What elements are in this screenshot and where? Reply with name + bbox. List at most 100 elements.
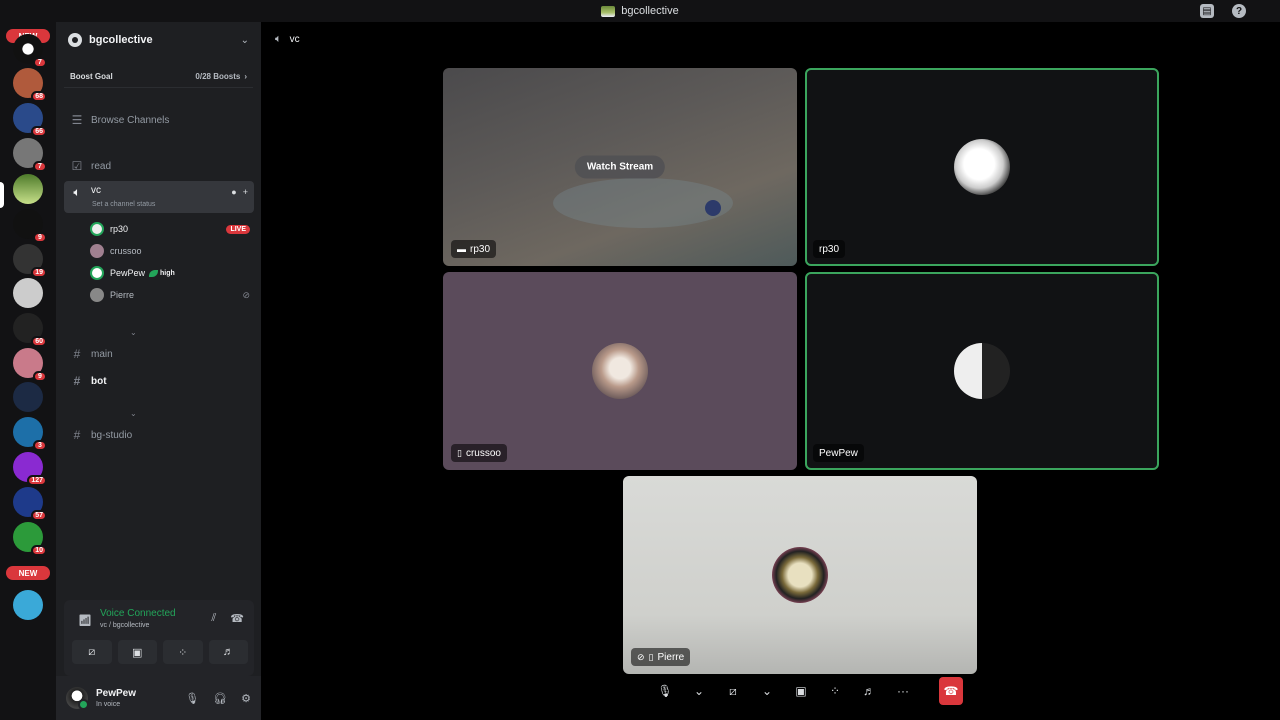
soundboard-icon: ♬ — [222, 646, 234, 658]
camera-off-icon: ⧄ — [729, 683, 737, 698]
mute-button[interactable]: 🎙︎ — [653, 677, 677, 705]
stream-preview-shape — [705, 200, 721, 216]
participant-tile-rp30[interactable]: rp30 — [805, 68, 1159, 266]
server-icon[interactable]: 7 — [13, 138, 47, 172]
voice-member-rp30[interactable]: rp30 LIVE — [90, 219, 250, 239]
participant-tile-pierre[interactable]: ⊘ ▯ Pierre — [623, 476, 977, 674]
inbox-icon[interactable]: ▤ — [1200, 4, 1214, 18]
server-icon-bgcollective[interactable] — [13, 174, 43, 204]
microphone-icon: 🎙︎ — [657, 684, 673, 698]
browse-channels[interactable]: ☰ Browse Channels — [64, 109, 254, 131]
hash-icon: # — [73, 428, 81, 442]
activities-button[interactable]: ⁘ — [163, 640, 203, 664]
avatar — [954, 343, 1010, 399]
boost-count: 0/28 Boosts — [195, 72, 241, 81]
new-pill-bottom[interactable]: NEW — [6, 566, 50, 580]
server-name: bgcollective — [89, 34, 153, 46]
title-bar: bgcollective ▤ ? — [0, 0, 1280, 22]
server-icon[interactable]: 19 — [13, 244, 47, 278]
headphones-icon[interactable]: 🎧︎ — [213, 692, 227, 705]
participant-name-chip: ▯ crussoo — [451, 444, 507, 462]
signal-icon[interactable]: 📶︎ — [78, 614, 92, 627]
channel-vc[interactable]: 🔈︎ vc Set a channel status ● + — [64, 181, 254, 213]
server-icon[interactable] — [13, 590, 43, 620]
camera-button[interactable]: ⧄ — [721, 677, 745, 705]
avatar — [90, 222, 104, 236]
channel-main[interactable]: # main — [64, 343, 254, 365]
voice-member-pewpew[interactable]: PewPew high — [90, 263, 250, 283]
rules-channel-icon: ☑ — [71, 159, 83, 173]
channel-read[interactable]: ☑ read — [64, 155, 254, 177]
watch-stream-button[interactable]: Watch Stream — [574, 155, 666, 179]
server-icon[interactable]: 60 — [13, 313, 47, 347]
server-icon[interactable]: 66 — [13, 103, 47, 137]
avatar — [592, 343, 648, 399]
avatar — [90, 266, 104, 280]
server-icon[interactable]: 3 — [13, 417, 47, 451]
hash-icon: # — [73, 347, 81, 361]
boost-goal[interactable]: Boost Goal 0/28 Boosts › — [64, 66, 253, 88]
server-icon[interactable]: 57 — [13, 487, 47, 521]
screen-share-icon: ▣ — [795, 684, 807, 698]
soundboard-button[interactable]: ♬ — [857, 677, 881, 705]
server-icon[interactable]: 9 — [13, 348, 47, 382]
noise-suppression-icon[interactable]: ⫽ — [211, 612, 216, 625]
server-icon[interactable]: 10 — [13, 522, 47, 556]
camera-off-button[interactable]: ⧄ — [72, 640, 112, 664]
more-options-button[interactable]: ··· — [891, 677, 915, 705]
avatar — [954, 139, 1010, 195]
help-icon[interactable]: ? — [1232, 4, 1246, 18]
screen-share-button[interactable]: ▣ — [117, 640, 157, 664]
deafened-icon: ⊘ — [637, 651, 645, 662]
channel-status[interactable]: Set a channel status — [92, 201, 155, 208]
category-collapse-icon[interactable]: ⌄ — [130, 328, 137, 337]
server-icon[interactable]: 9 — [13, 209, 47, 243]
mobile-icon: ▯ — [648, 651, 654, 662]
participant-tile-pewpew[interactable]: PewPew — [805, 272, 1159, 470]
leaf-icon — [149, 269, 159, 277]
activities-icon: ⁘ — [178, 646, 188, 659]
voice-member-crussoo[interactable]: crussoo — [90, 241, 250, 261]
speaker-icon: 🔈︎ — [73, 185, 81, 199]
call-controls: 🎙︎ ⌄ ⧄ ⌄ ▣ ⁘ ♬ ··· ☎︎ — [653, 675, 963, 707]
chat-bubble-icon[interactable]: ● — [231, 187, 236, 197]
server-icon[interactable] — [13, 278, 43, 308]
user-avatar[interactable] — [66, 687, 89, 710]
user-panel: PewPew In voice 🎙︎ 🎧︎ ⚙︎ — [56, 676, 261, 720]
participant-name-chip: rp30 — [813, 240, 846, 258]
voice-location[interactable]: vc / bgcollective — [100, 622, 149, 629]
category-collapse-icon[interactable]: ⌄ — [130, 409, 137, 418]
camera-options-chevron[interactable]: ⌄ — [755, 677, 779, 705]
window-title: bgcollective — [621, 5, 679, 17]
soundboard-button[interactable]: ♬ — [208, 640, 248, 664]
hang-up-button[interactable]: ☎︎ — [939, 677, 963, 705]
server-icon[interactable]: 127 — [13, 452, 47, 486]
stream-tile-rp30[interactable]: Watch Stream ▬ rp30 — [443, 68, 797, 266]
channel-bot[interactable]: # bot — [64, 370, 254, 392]
participant-name-chip: ⊘ ▯ Pierre — [631, 648, 691, 666]
activities-icon: ⁘ — [829, 684, 841, 698]
gear-icon[interactable]: ⚙︎ — [241, 692, 251, 705]
mic-options-chevron[interactable]: ⌄ — [687, 677, 711, 705]
server-header[interactable]: bgcollective ⌄ — [56, 22, 261, 58]
disconnect-icon[interactable]: ☎︎ — [230, 612, 244, 625]
participant-tile-crussoo[interactable]: ▯ crussoo — [443, 272, 797, 470]
boost-goal-label: Boost Goal — [70, 72, 113, 81]
server-icon[interactable]: 68 — [13, 68, 47, 102]
voice-status: Voice Connected — [100, 608, 176, 619]
chevron-right-icon: › — [244, 72, 247, 81]
server-icon[interactable]: 7 — [13, 34, 47, 68]
ellipsis-icon: ··· — [897, 684, 909, 698]
soundboard-icon: ♬ — [863, 684, 875, 698]
voice-member-pierre[interactable]: Pierre ⊘ — [90, 285, 250, 305]
microphone-icon[interactable]: 🎙︎ — [185, 692, 199, 705]
voice-stage: 🔈︎ vc Watch Stream ▬ rp30 rp30 ▯ crussoo P… — [261, 22, 1280, 720]
channel-bg-studio[interactable]: # bg-studio — [64, 424, 254, 446]
user-name: PewPew — [96, 688, 137, 699]
screen-share-button[interactable]: ▣ — [789, 677, 813, 705]
stage-channel-name: vc — [289, 34, 300, 45]
invite-user-icon[interactable]: + — [243, 187, 248, 197]
stream-icon: ▬ — [457, 244, 466, 254]
activities-button[interactable]: ⁘ — [823, 677, 847, 705]
server-icon[interactable] — [13, 382, 43, 412]
